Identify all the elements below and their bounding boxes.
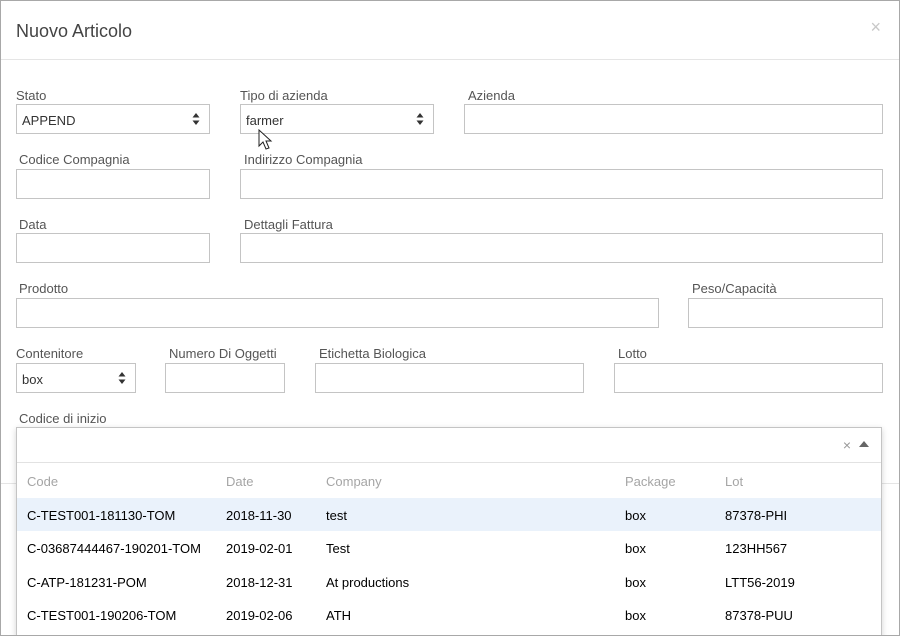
indirizzo-compagnia-input[interactable] bbox=[240, 169, 883, 199]
contenitore-value: box bbox=[22, 372, 43, 387]
row-code: C-03687444467-190201-TOM bbox=[27, 541, 201, 556]
indirizzo-compagnia-label: Indirizzo Compagnia bbox=[244, 152, 363, 167]
row-lot: 123HH567 bbox=[725, 541, 788, 556]
dropdown-row[interactable]: C-ATP-181231-POM 2018-12-31 At productio… bbox=[17, 565, 881, 598]
column-header-lot: Lot bbox=[725, 474, 744, 489]
dettagli-fattura-input[interactable] bbox=[240, 233, 883, 263]
azienda-input[interactable] bbox=[464, 104, 883, 134]
row-package: box bbox=[625, 508, 646, 523]
dropdown-row[interactable]: C-03687444467-190201-TOM 2019-02-01 Test… bbox=[17, 531, 881, 564]
data-label: Data bbox=[19, 217, 47, 232]
etichetta-biologica-input[interactable] bbox=[315, 363, 584, 393]
column-header-date: Date bbox=[226, 474, 254, 489]
row-code: C-ATP-181231-POM bbox=[27, 575, 147, 590]
row-package: box bbox=[625, 541, 646, 556]
tipo-azienda-label: Tipo di azienda bbox=[240, 88, 328, 103]
dettagli-fattura-label: Dettagli Fattura bbox=[244, 217, 333, 232]
column-header-package: Package bbox=[625, 474, 676, 489]
updown-arrows-icon bbox=[192, 113, 200, 125]
codice-compagnia-input[interactable] bbox=[16, 169, 210, 199]
codice-inizio-input[interactable]: × bbox=[17, 428, 881, 463]
stato-value: APPEND bbox=[22, 113, 76, 128]
lotto-label: Lotto bbox=[618, 346, 647, 361]
row-code: C-TEST001-190206-TOM bbox=[27, 608, 177, 623]
updown-arrows-icon bbox=[416, 113, 424, 125]
stato-select[interactable]: APPEND bbox=[16, 104, 210, 134]
row-package: box bbox=[625, 608, 646, 623]
data-input[interactable] bbox=[16, 233, 210, 263]
row-code: C-TEST001-181130-TOM bbox=[27, 508, 176, 523]
peso-capacita-input[interactable] bbox=[688, 298, 883, 328]
codice-inizio-dropdown: × Code Date Company Package Lot C-TEST00… bbox=[16, 427, 882, 635]
etichetta-biologica-label: Etichetta Biologica bbox=[319, 346, 426, 361]
row-date: 2018-11-30 bbox=[226, 508, 292, 523]
row-company: test bbox=[326, 508, 347, 523]
column-header-company: Company bbox=[326, 474, 382, 489]
prodotto-input[interactable] bbox=[16, 298, 659, 328]
row-lot: 87378-PUU bbox=[725, 608, 793, 623]
row-package: box bbox=[625, 575, 646, 590]
numero-oggetti-label: Numero Di Oggetti bbox=[169, 346, 277, 361]
row-lot: 87378-PHI bbox=[725, 508, 788, 523]
row-date: 2019-02-06 bbox=[226, 608, 293, 623]
dropdown-row[interactable]: C-TEST001-190206-TOM 2019-02-06 ATH box … bbox=[17, 598, 881, 631]
mouse-pointer-icon bbox=[258, 129, 273, 150]
tipo-azienda-value: farmer bbox=[246, 113, 284, 128]
numero-oggetti-input[interactable] bbox=[165, 363, 285, 393]
column-header-code: Code bbox=[27, 474, 59, 489]
contenitore-label: Contenitore bbox=[16, 346, 84, 361]
new-article-modal: Nuovo Articolo × Stato APPEND Tipo di az… bbox=[0, 0, 900, 636]
row-company: At productions bbox=[326, 575, 410, 590]
row-company: Test bbox=[326, 541, 350, 556]
caret-up-icon[interactable] bbox=[859, 441, 869, 447]
codice-compagnia-label: Codice Compagnia bbox=[19, 152, 130, 167]
modal-header: Nuovo Articolo × bbox=[1, 1, 899, 60]
clear-icon[interactable]: × bbox=[843, 437, 851, 453]
row-date: 2018-12-31 bbox=[226, 575, 293, 590]
dropdown-header-row: Code Date Company Package Lot bbox=[17, 462, 881, 498]
updown-arrows-icon bbox=[118, 372, 126, 384]
lotto-input[interactable] bbox=[614, 363, 883, 393]
stato-label: Stato bbox=[16, 88, 47, 103]
row-lot: LTT56-2019 bbox=[725, 575, 795, 590]
close-icon[interactable]: × bbox=[870, 17, 881, 38]
modal-title: Nuovo Articolo bbox=[16, 21, 133, 41]
contenitore-select[interactable]: box bbox=[16, 363, 136, 393]
peso-capacita-label: Peso/Capacità bbox=[692, 281, 777, 296]
dropdown-row[interactable]: C-TEST001-181130-TOM 2018-11-30 test box… bbox=[17, 498, 881, 531]
row-company: ATH bbox=[326, 608, 352, 623]
row-date: 2019-02-01 bbox=[226, 541, 293, 556]
azienda-label: Azienda bbox=[468, 88, 515, 103]
codice-inizio-label: Codice di inizio bbox=[19, 411, 107, 426]
prodotto-label: Prodotto bbox=[19, 281, 69, 296]
